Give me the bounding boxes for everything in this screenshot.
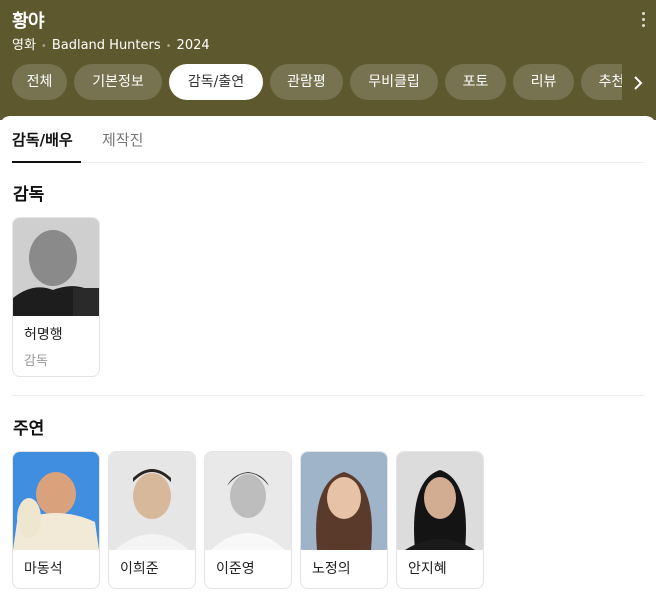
person-name: 이희준 (120, 561, 159, 577)
cast-card[interactable]: 마동석 (12, 451, 100, 589)
cast-photo (205, 452, 291, 550)
cast-card[interactable]: 노정의 (300, 451, 388, 589)
subtab-director-actors[interactable]: 감독/배우 (12, 128, 81, 163)
section-tabs: 전체 기본정보 감독/출연 관람평 무비클립 포토 리뷰 추천 (12, 64, 622, 100)
content-card: 감독/배우 제작진 감독 허명행 감독 주연 마동석 이희준 이준영 노정의 안… (0, 116, 656, 594)
meta-type: 영화 (12, 38, 36, 53)
section-divider (12, 395, 644, 396)
person-name: 안지혜 (408, 561, 447, 577)
director-card[interactable]: 허명행 감독 (12, 217, 100, 377)
subtab-crew[interactable]: 제작진 (102, 128, 143, 163)
cast-heading: 주연 (13, 419, 45, 439)
movie-header: 황야 영화 • Badland Hunters • 2024 전체 기본정보 감독/출연 관람… (0, 0, 656, 120)
tab-basic-info[interactable]: 기본정보 (74, 64, 162, 100)
cast-card[interactable]: 이준영 (204, 451, 292, 589)
tab-recommend[interactable]: 추천 (581, 64, 622, 100)
sub-tabs: 감독/배우 제작진 (12, 128, 644, 163)
tab-reviews[interactable]: 관람평 (270, 64, 343, 100)
chevron-right-icon[interactable] (624, 64, 652, 100)
director-photo (13, 218, 99, 316)
cast-card[interactable]: 이희준 (108, 451, 196, 589)
person-name: 이준영 (216, 561, 255, 577)
tab-director-cast[interactable]: 감독/출연 (169, 64, 263, 100)
person-role: 감독 (24, 354, 48, 369)
movie-title: 황야 (12, 11, 45, 32)
meta-english-title: Badland Hunters (51, 38, 161, 53)
person-name: 마동석 (24, 561, 63, 577)
cast-photo (13, 452, 99, 550)
cast-photo (301, 452, 387, 550)
person-name: 허명행 (24, 327, 63, 343)
movie-meta: 영화 • Badland Hunters • 2024 (12, 38, 210, 53)
tab-movie-clips[interactable]: 무비클립 (350, 64, 438, 100)
cast-card[interactable]: 안지혜 (396, 451, 484, 589)
tab-photos[interactable]: 포토 (445, 64, 506, 100)
tab-review-posts[interactable]: 리뷰 (513, 64, 574, 100)
tab-all[interactable]: 전체 (12, 64, 67, 100)
more-options-icon[interactable] (642, 12, 646, 28)
directors-heading: 감독 (13, 185, 45, 205)
cast-photo (109, 452, 195, 550)
person-name: 노정의 (312, 561, 351, 577)
cast-photo (397, 452, 483, 550)
meta-year: 2024 (176, 38, 210, 53)
